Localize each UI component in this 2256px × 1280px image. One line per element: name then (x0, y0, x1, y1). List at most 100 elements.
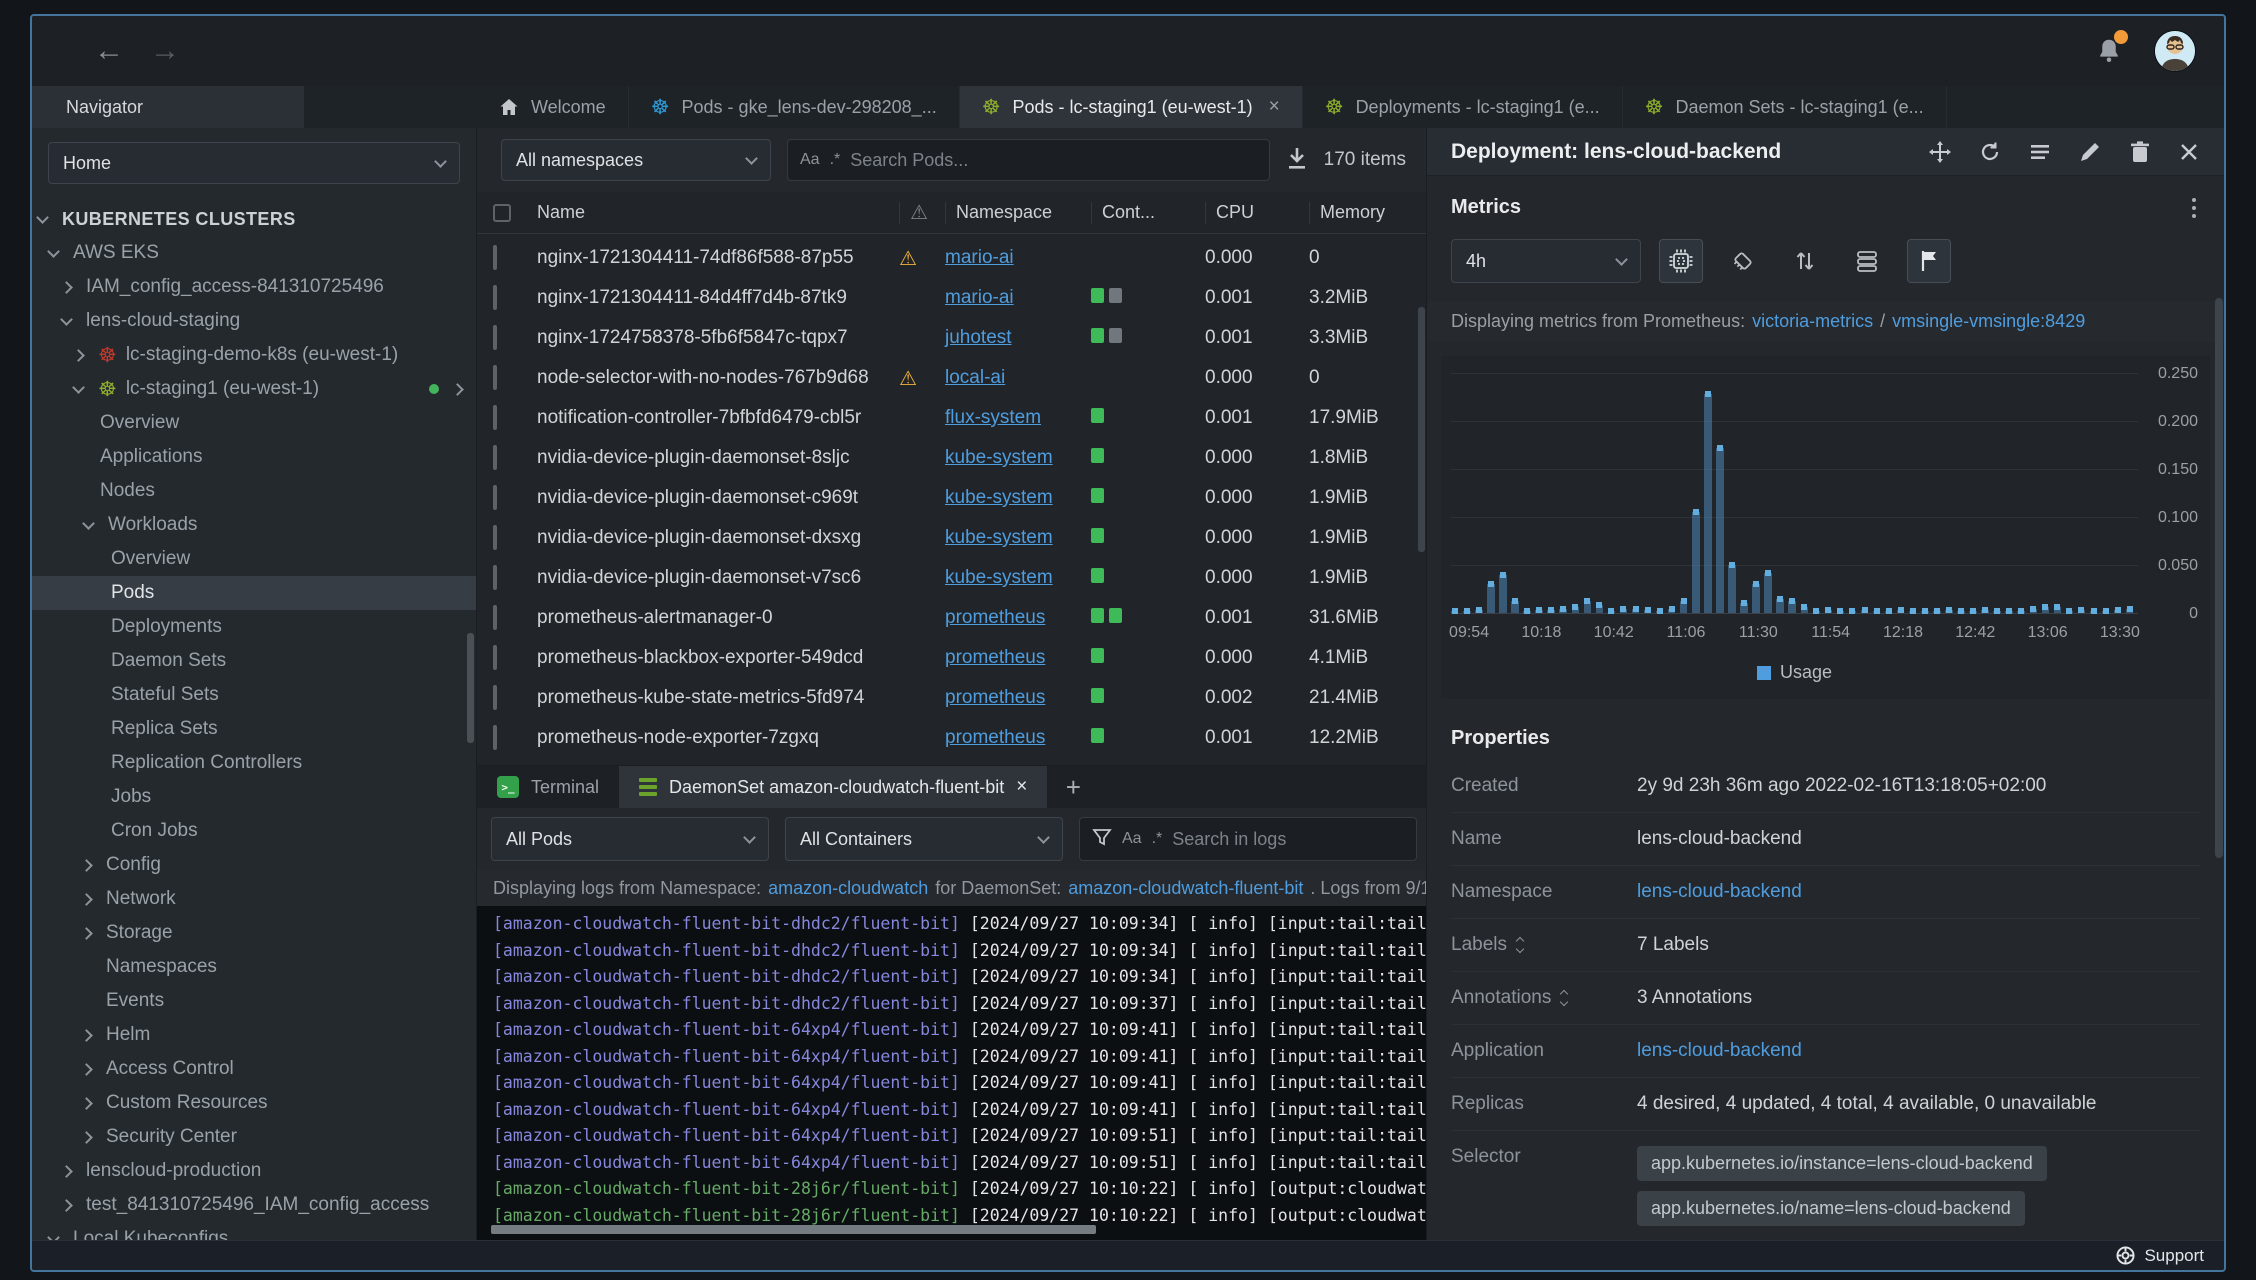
tree-item-kubernetes-clusters[interactable]: KUBERNETES CLUSTERS (32, 202, 476, 236)
metrics-provider-link[interactable]: victoria-metrics (1752, 311, 1873, 332)
warning-column-icon[interactable]: ⚠ (910, 200, 928, 225)
namespace-link[interactable]: mario-ai (945, 287, 1014, 309)
pod-row[interactable]: nvidia-device-plugin-daemonset-c969t kube… (477, 478, 1426, 518)
namespace-filter-select[interactable]: All namespaces (501, 139, 771, 181)
chevron-right-icon[interactable] (60, 280, 86, 294)
tree-item-namespaces[interactable]: Namespaces (32, 950, 476, 984)
namespace-link[interactable]: kube-system (945, 567, 1053, 589)
close-icon[interactable] (2178, 141, 2200, 163)
tree-item-workloads[interactable]: Workloads (32, 508, 476, 542)
navigator-tab[interactable]: Navigator (32, 86, 304, 128)
tree-item-helm[interactable]: Helm (32, 1018, 476, 1052)
add-tab-button[interactable]: + (1047, 766, 1099, 808)
tree-item-applications[interactable]: Applications (32, 440, 476, 474)
forward-icon[interactable]: → (150, 36, 180, 66)
row-checkbox[interactable] (493, 285, 497, 310)
match-case-icon[interactable]: Aa (800, 151, 820, 169)
metrics-range-select[interactable]: 4h (1451, 239, 1641, 283)
tree-item-lens-cloud-staging[interactable]: lens-cloud-staging (32, 304, 476, 338)
pod-row[interactable]: nginx-1721304411-84d4ff7d4b-87tk9 mario-a… (477, 278, 1426, 318)
pods-table-scrollbar[interactable] (1418, 307, 1425, 552)
chevron-right-icon[interactable] (80, 892, 106, 906)
column-header-name[interactable]: Name (537, 202, 899, 224)
download-icon[interactable] (1286, 146, 1308, 175)
tree-item-iam-config-access-841310725496[interactable]: IAM_config_access-841310725496 (32, 270, 476, 304)
column-header-cpu[interactable]: CPU (1205, 201, 1309, 224)
dock-tab-terminal[interactable]: >_ Terminal (477, 766, 619, 808)
tree-item-jobs[interactable]: Jobs (32, 780, 476, 814)
tree-item-network[interactable]: Network (32, 882, 476, 916)
namespace-link[interactable]: prometheus (945, 647, 1045, 669)
chevron-right-icon[interactable] (72, 348, 98, 362)
namespace-link[interactable]: mario-ai (945, 247, 1014, 269)
tree-item-access-control[interactable]: Access Control (32, 1052, 476, 1086)
row-checkbox[interactable] (493, 725, 497, 750)
row-checkbox[interactable] (493, 565, 497, 590)
tab-deployments-lc-staging1-e[interactable]: ☸ Deployments - lc-staging1 (e... (1303, 86, 1623, 128)
logs-horizontal-scrollbar[interactable] (491, 1225, 1096, 1234)
context-selector[interactable]: Home (48, 142, 460, 184)
tab-welcome[interactable]: Welcome (477, 86, 629, 128)
flag-icon[interactable] (1907, 239, 1951, 283)
namespace-link[interactable]: prometheus (945, 687, 1045, 709)
chevron-right-icon[interactable] (60, 1198, 86, 1212)
regex-icon[interactable]: .* (1152, 830, 1163, 848)
tree-item-cron-jobs[interactable]: Cron Jobs (32, 814, 476, 848)
column-header-memory[interactable]: Memory (1309, 201, 1426, 224)
row-checkbox[interactable] (493, 485, 497, 510)
sidebar-scrollbar[interactable] (467, 633, 474, 743)
chevron-right-icon[interactable] (80, 926, 106, 940)
namespace-link[interactable]: prometheus (945, 727, 1045, 749)
tree-item-replica-sets[interactable]: Replica Sets (32, 712, 476, 746)
chevron-right-icon[interactable] (80, 1028, 106, 1042)
edit-icon[interactable] (2078, 140, 2102, 164)
tree-item-overview[interactable]: Overview (32, 406, 476, 440)
close-tab-icon[interactable]: × (1269, 96, 1280, 118)
namespace-link[interactable]: juhotest (945, 327, 1012, 349)
refresh-icon[interactable] (1978, 140, 2002, 164)
tree-item-replication-controllers[interactable]: Replication Controllers (32, 746, 476, 780)
row-checkbox[interactable] (493, 645, 497, 670)
filter-funnel-icon[interactable] (1092, 827, 1112, 852)
chevron-down-icon[interactable] (72, 380, 98, 394)
chevron-right-icon[interactable] (80, 1130, 106, 1144)
pods-search-input[interactable] (850, 149, 1257, 171)
selector-badge[interactable]: app.kubernetes.io/instance=lens-cloud-ba… (1637, 1146, 2047, 1181)
pod-row[interactable]: nginx-1721304411-74df86f588-87p55 ⚠ mario-… (477, 238, 1426, 278)
chevron-down-icon[interactable] (36, 210, 62, 224)
pod-row[interactable]: nvidia-device-plugin-daemonset-8sljc kube… (477, 438, 1426, 478)
support-button[interactable]: Support (2116, 1246, 2204, 1266)
row-checkbox[interactable] (493, 525, 497, 550)
menu-icon[interactable] (2028, 140, 2052, 164)
tree-item-test-841310725496-iam-config-access[interactable]: test_841310725496_IAM_config_access (32, 1188, 476, 1222)
pod-row[interactable]: prometheus-node-exporter-7zgxq prometheus… (477, 718, 1426, 758)
container-filter-select[interactable]: All Containers (785, 817, 1063, 861)
chevron-right-icon[interactable] (451, 382, 464, 396)
tab-pods-gke-lens-dev-298208[interactable]: ☸ Pods - gke_lens-dev-298208_... (629, 86, 960, 128)
memory-metric-toggle[interactable] (1721, 239, 1765, 283)
tree-item-lc-staging1-eu-west-1[interactable]: ☸ lc-staging1 (eu-west-1) (32, 372, 476, 406)
selector-badge[interactable]: app.kubernetes.io/name=lens-cloud-backen… (1637, 1191, 2025, 1226)
row-checkbox[interactable] (493, 365, 497, 390)
tree-item-lenscloud-production[interactable]: lenscloud-production (32, 1154, 476, 1188)
sort-toggle-icon[interactable] (1515, 936, 1525, 954)
notifications-bell-icon[interactable] (2094, 30, 2128, 66)
tree-item-events[interactable]: Events (32, 984, 476, 1018)
namespace-link[interactable]: kube-system (945, 487, 1053, 509)
trash-icon[interactable] (2128, 140, 2152, 164)
tree-item-local-kubeconfigs[interactable]: Local Kubeconfigs (32, 1222, 476, 1240)
tree-item-pods[interactable]: Pods (32, 576, 476, 610)
pod-row[interactable]: node-selector-with-no-nodes-767b9d68 ⚠ loc… (477, 358, 1426, 398)
column-header-containers[interactable]: Cont... (1091, 201, 1205, 224)
tree-item-nodes[interactable]: Nodes (32, 474, 476, 508)
tree-item-stateful-sets[interactable]: Stateful Sets (32, 678, 476, 712)
tree-item-deployments[interactable]: Deployments (32, 610, 476, 644)
property-value[interactable]: lens-cloud-backend (1637, 1040, 2200, 1062)
tree-item-aws-eks[interactable]: AWS EKS (32, 236, 476, 270)
row-checkbox[interactable] (493, 245, 497, 270)
namespace-link[interactable]: kube-system (945, 447, 1053, 469)
tree-item-storage[interactable]: Storage (32, 916, 476, 950)
logs-daemonset-link[interactable]: amazon-cloudwatch-fluent-bit (1068, 878, 1303, 899)
pod-row[interactable]: prometheus-kube-state-metrics-5fd974 prom… (477, 678, 1426, 718)
chevron-down-icon[interactable] (47, 1230, 73, 1240)
